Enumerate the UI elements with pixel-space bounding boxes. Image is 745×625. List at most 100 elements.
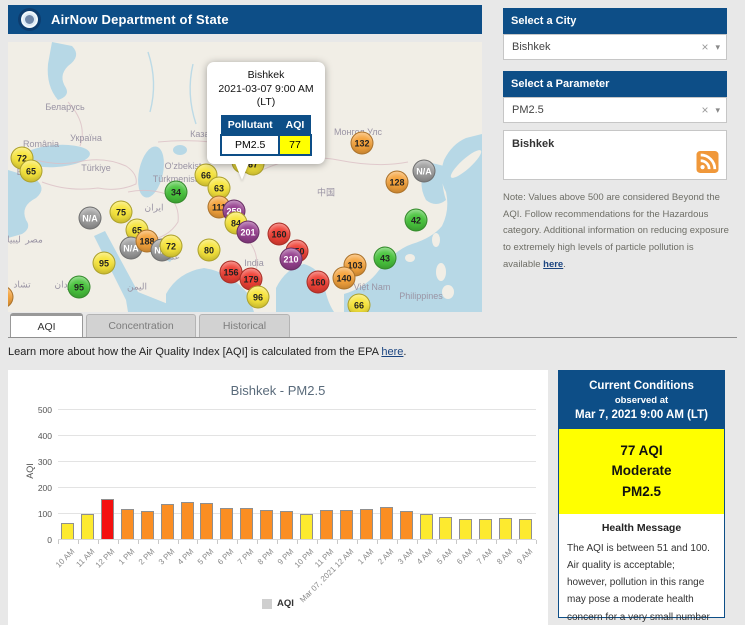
clear-icon[interactable]: × — [694, 40, 715, 54]
learn-more-here-link[interactable]: here — [381, 346, 403, 358]
aqi-bar[interactable] — [140, 511, 154, 539]
city-select-value: Bishkek — [512, 41, 551, 53]
current-conditions-header: Current Conditions observed at Mar 7, 20… — [559, 371, 724, 429]
city-select[interactable]: Bishkek × ▾ — [503, 34, 727, 60]
tab-historical[interactable]: Historical — [199, 314, 290, 337]
aqi-bar[interactable] — [220, 508, 234, 539]
map-place-label: مصر — [25, 234, 43, 245]
chart-title: Bishkek - PM2.5 — [230, 383, 326, 398]
chart-x-tick-label: 11 AM — [74, 547, 97, 569]
chevron-down-icon[interactable]: ▾ — [715, 105, 720, 116]
aqi-bar[interactable] — [120, 508, 134, 539]
map-popup: Bishkek 2021-03-07 9:00 AM (LT) Pollutan… — [207, 62, 325, 180]
chart-y-tick-label: 400 — [37, 431, 52, 441]
chart-x-tick — [297, 540, 298, 544]
aqi-bar[interactable] — [240, 507, 254, 539]
aqi-marker[interactable]: 95 — [67, 275, 91, 299]
parameter-select[interactable]: PM2.5 × ▾ — [503, 97, 727, 123]
legend-label: AQI — [277, 598, 294, 609]
aqi-bar[interactable] — [479, 518, 493, 539]
aqi-bar[interactable] — [399, 511, 413, 539]
chart-x-tick — [137, 540, 139, 544]
feed-box: Bishkek — [503, 130, 727, 180]
map[interactable]: БеларусьУкраїнаRomâniaΕλλάςTürkiyeКазақс… — [8, 42, 482, 312]
map-place-label: Беларусь — [45, 102, 85, 112]
chart-gridline — [58, 461, 536, 462]
aqi-marker[interactable]: 132 — [350, 131, 374, 155]
aqi-marker[interactable]: 140 — [332, 266, 356, 290]
aqi-bar[interactable] — [300, 513, 313, 539]
aqi-marker[interactable]: 96 — [246, 285, 270, 309]
aqi-bar[interactable] — [61, 522, 74, 539]
chevron-down-icon[interactable]: ▾ — [715, 42, 720, 53]
aqi-marker[interactable]: 160 — [306, 270, 330, 294]
aqi-marker[interactable]: 201 — [236, 220, 260, 244]
chart-x-tick — [396, 540, 398, 544]
aqi-bar[interactable] — [319, 510, 333, 539]
aqi-marker[interactable]: 66 — [347, 293, 371, 312]
aqi-marker-na[interactable]: N/A — [78, 206, 102, 230]
current-conditions-title: Current Conditions — [589, 380, 694, 392]
aqi-marker[interactable]: 65 — [19, 159, 43, 183]
chart-x-tick — [97, 540, 99, 544]
chart-x-tick-label: 6 AM — [455, 547, 475, 567]
aqi-bar[interactable] — [439, 516, 453, 539]
map-place-label: ایران — [144, 202, 164, 213]
map-place-label: India — [244, 258, 264, 268]
chart-legend: AQI — [8, 598, 548, 609]
aqi-marker[interactable]: 160 — [267, 222, 291, 246]
aqi-bar[interactable] — [459, 518, 473, 539]
aqi-marker[interactable]: 128 — [385, 170, 409, 194]
aqi-bar[interactable] — [339, 510, 353, 539]
current-aqi-value: 77 AQI — [620, 443, 663, 458]
aqi-bar[interactable] — [280, 510, 294, 539]
tab-concentration[interactable]: Concentration — [86, 314, 196, 337]
aqi-bar[interactable] — [519, 518, 533, 539]
note-here-link[interactable]: here — [543, 259, 563, 270]
popup-aqi-header: AQI — [278, 114, 312, 136]
popup-aqi-value: 77 — [278, 133, 312, 156]
chart-x-tick-label: 3 PM — [156, 547, 176, 567]
current-aqi-box: 77 AQI Moderate PM2.5 — [559, 429, 724, 514]
current-pollutant: PM2.5 — [621, 483, 662, 499]
map-place-label: 中国 — [316, 187, 336, 198]
chart-x-tick — [496, 540, 498, 544]
aqi-bar[interactable] — [200, 503, 214, 539]
aqi-bar[interactable] — [100, 498, 114, 539]
chart-x-tick — [516, 540, 518, 544]
aqi-marker[interactable]: 72 — [159, 234, 183, 258]
chart-x-tick — [257, 540, 259, 544]
popup-pollutant-header: Pollutant — [220, 114, 280, 136]
chart-x-tick — [436, 540, 438, 544]
aqi-marker[interactable]: 95 — [92, 251, 116, 275]
city-select-box: Select a City Bishkek × ▾ — [503, 8, 727, 60]
aqi-note: Note: Values above 500 are considered Be… — [503, 192, 729, 270]
chart-x-tick — [536, 540, 537, 544]
aqi-marker[interactable]: 80 — [197, 238, 221, 262]
chart-x-tick-label: 4 PM — [176, 547, 196, 567]
clear-icon[interactable]: × — [694, 103, 715, 117]
chart-plot-area: 10 AM 11 AM 12 PM 1 PM 2 PM 3 PM 4 PM 5 PM 6 PM 7… — [54, 409, 537, 604]
current-conditions-panel: Current Conditions observed at Mar 7, 20… — [558, 370, 725, 623]
aqi-bar[interactable] — [160, 503, 174, 539]
aqi-marker[interactable]: 210 — [279, 247, 303, 271]
learn-more-text: Learn more about how the Air Quality Ind… — [8, 346, 407, 358]
aqi-marker[interactable]: 43 — [373, 246, 397, 270]
tab-aqi[interactable]: AQI — [10, 313, 83, 337]
popup-city: Bishkek — [247, 69, 285, 81]
rss-icon[interactable] — [696, 151, 719, 173]
aqi-bar[interactable] — [80, 513, 94, 539]
aqi-bar[interactable] — [260, 509, 274, 539]
aqi-marker[interactable]: 34 — [164, 180, 188, 204]
aqi-bar[interactable] — [180, 502, 194, 539]
aqi-bar[interactable] — [359, 509, 373, 539]
note-text: Note: Values above 500 are considered Be… — [503, 192, 729, 270]
chart-x-tick — [197, 540, 199, 544]
aqi-bar[interactable] — [379, 507, 393, 539]
chart-x-tick — [77, 540, 79, 544]
aqi-bar[interactable] — [499, 518, 513, 539]
aqi-marker[interactable]: 42 — [404, 208, 428, 232]
aqi-bar[interactable] — [419, 514, 433, 539]
aqi-marker-na[interactable]: N/A — [412, 159, 436, 183]
chart-x-tick — [336, 540, 338, 544]
